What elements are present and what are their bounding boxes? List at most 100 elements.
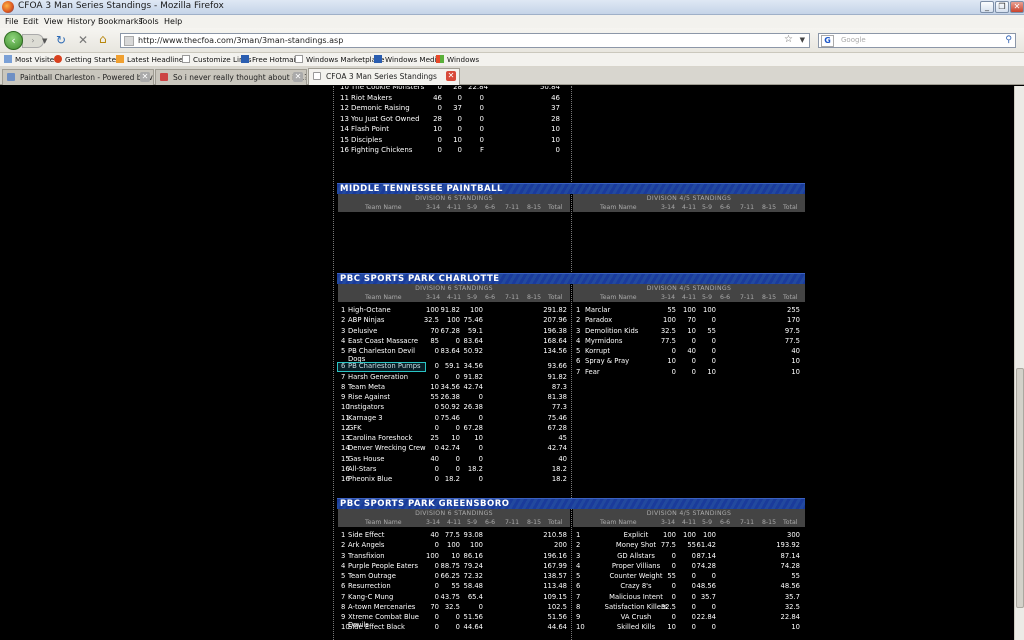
forward-button[interactable]: › — [22, 34, 44, 48]
bookmark-windows-media[interactable]: Windows Media — [374, 55, 441, 64]
team-name-cell: Demonic Raising — [351, 104, 410, 112]
team-name-cell: Flash Point — [351, 125, 389, 133]
column-header: Total — [548, 294, 563, 301]
table-row: 8 Team Meta 10 34.56 42.74 87.3 — [341, 383, 569, 392]
search-box[interactable]: G Google ⚲ — [818, 33, 1016, 48]
section-header: PBC SPORTS PARK GREENSBORO — [337, 498, 805, 509]
rank-cell: 3 — [576, 551, 581, 560]
bookmark-free-hotmail[interactable]: Free Hotmail — [241, 55, 298, 64]
close-window-button[interactable]: ✕ — [1010, 1, 1024, 13]
score-cell: 61.42 — [696, 541, 716, 550]
score-cell: 75.46 — [463, 316, 483, 325]
total-cell: 193.92 — [776, 541, 800, 550]
search-input[interactable]: Google — [841, 36, 866, 44]
column-header: 6-6 — [720, 204, 731, 211]
total-cell: 40 — [791, 347, 800, 355]
team-name-cell: Marclar — [585, 306, 611, 314]
rank-cell: 10 — [576, 623, 585, 632]
score-cell: 0 — [455, 372, 460, 381]
score-cell: 58.48 — [463, 582, 483, 591]
total-cell: 255 — [787, 306, 800, 314]
table-row: 5 PB Charleston Devil Dogs 0 83.64 50.92 134.… — [341, 347, 569, 363]
bookmark-getting-started[interactable]: Getting Started — [54, 55, 121, 64]
tab-close-icon[interactable]: ✕ — [140, 72, 150, 82]
score-cell: 34.56 — [440, 382, 460, 391]
score-cell: 70 — [430, 602, 439, 611]
tab-paintball-charleston[interactable]: Paintball Charleston - Powered by vBull.… — [2, 69, 154, 85]
score-cell: 59.1 — [467, 326, 483, 335]
division-subheader: DIVISION 4/5 STANDINGS Team Name 3-14 4-11 5… — [573, 284, 805, 302]
url-dropdown-icon[interactable]: ▼ — [800, 36, 805, 44]
menu-tools[interactable]: Tools — [139, 17, 159, 26]
home-icon[interactable]: ⌂ — [99, 33, 107, 45]
total-cell: 42.74 — [547, 444, 567, 453]
selected-row-highlight — [337, 362, 426, 372]
bookmark-windows[interactable]: Windows — [436, 55, 479, 64]
tab-so-i-never[interactable]: So i never really thought about it...? -… — [155, 69, 307, 85]
score-cell: 87.14 — [696, 551, 716, 560]
score-cell: 28 — [453, 86, 462, 91]
scrollbar-thumb[interactable] — [1016, 368, 1024, 608]
bookmark-latest-headlines[interactable]: Latest Headlines — [116, 55, 187, 64]
column-header: 4-11 — [447, 519, 462, 526]
column-header: 6-6 — [720, 519, 731, 526]
table-row: 3 Demolition Kids 32.5 10 55 97.5 — [576, 327, 804, 336]
menu-help[interactable]: Help — [164, 17, 182, 26]
menu-view[interactable]: View — [44, 17, 63, 26]
column-header: 5-9 — [702, 204, 713, 211]
score-cell: 0 — [434, 592, 439, 601]
vertical-scrollbar[interactable] — [1014, 86, 1024, 640]
section-title: PBC SPORTS PARK CHARLOTTE — [340, 274, 500, 284]
menu-edit[interactable]: Edit — [23, 17, 39, 26]
section-title: MIDDLE TENNESSEE PAINTBALL — [340, 184, 503, 194]
reload-icon[interactable]: ↻ — [56, 34, 66, 46]
bookmark-windows-marketplace[interactable]: Windows Marketplace — [295, 55, 384, 64]
window-title: CFOA 3 Man Series Standings - Mozilla Fi… — [18, 1, 224, 11]
minimize-button[interactable]: _ — [980, 1, 994, 13]
score-cell: 0 — [671, 367, 676, 376]
windows-icon — [436, 55, 444, 63]
table-row: 5 Team Outrage 0 66.25 72.32 138.57 — [341, 572, 569, 581]
bookmark-most-visited[interactable]: Most Visited — [4, 55, 59, 64]
column-header: Team Name — [600, 294, 637, 301]
score-cell: 0 — [455, 623, 460, 632]
column-divider-left — [333, 86, 334, 640]
table-row: 1 High-Octane 100 91.82 100 291.82 — [341, 306, 569, 315]
tab-close-icon[interactable]: ✕ — [293, 72, 303, 82]
score-cell: 0 — [691, 623, 696, 632]
score-cell: 0 — [434, 541, 439, 550]
page-content: 10 The Cookie Monsters 0 28 22.84 50.84 11 Riot… — [0, 86, 1014, 640]
bookmark-star-icon[interactable]: ☆ — [784, 34, 793, 45]
menu-file[interactable]: File — [5, 17, 18, 26]
score-cell: 55 — [667, 572, 676, 580]
table-row: 3 GD Allstars 0 0 87.14 87.14 — [576, 552, 804, 561]
table-row: 10 Instigators 0 50.92 26.38 77.3 — [341, 403, 569, 412]
score-cell: 83.64 — [440, 347, 460, 355]
table-row: 15 Gas House 40 0 0 40 — [341, 455, 569, 464]
history-dropdown-icon[interactable]: ▼ — [42, 35, 47, 47]
column-header: 5-9 — [702, 519, 713, 526]
stop-icon[interactable]: ✕ — [78, 34, 88, 46]
tab-favicon — [160, 73, 168, 81]
table-row: 6 Crazy 8's 0 0 48.56 48.56 — [576, 582, 804, 591]
total-cell: 77.5 — [784, 336, 800, 345]
tab-close-icon[interactable]: ✕ — [446, 71, 456, 81]
search-engine-icon[interactable]: G — [821, 35, 834, 47]
score-cell: 0 — [478, 454, 483, 463]
back-button[interactable]: ‹ — [4, 31, 23, 50]
table-row: 5 Korrupt 0 40 0 40 — [576, 347, 804, 356]
menu-history[interactable]: History — [67, 17, 95, 26]
division-label: DIVISION 6 STANDINGS — [415, 285, 493, 292]
total-cell: 87.14 — [780, 551, 800, 560]
table-row: 13 You Just Got Owned 28 0 0 28 — [340, 115, 570, 124]
address-bar[interactable]: http://www.thecfoa.com/3man/3man-standin… — [120, 33, 810, 48]
url-text[interactable]: http://www.thecfoa.com/3man/3man-standin… — [138, 36, 343, 45]
tab-cfoa-standings[interactable]: CFOA 3 Man Series Standings ✕ — [308, 68, 460, 85]
score-cell: 10 — [451, 551, 460, 560]
menu-bookmarks[interactable]: Bookmarks — [98, 17, 143, 26]
score-cell: 42.74 — [440, 444, 460, 453]
search-icon[interactable]: ⚲ — [1005, 35, 1012, 45]
maximize-button[interactable]: ❐ — [995, 1, 1009, 13]
total-cell: 196.16 — [543, 551, 567, 560]
total-cell: 109.15 — [543, 592, 567, 601]
